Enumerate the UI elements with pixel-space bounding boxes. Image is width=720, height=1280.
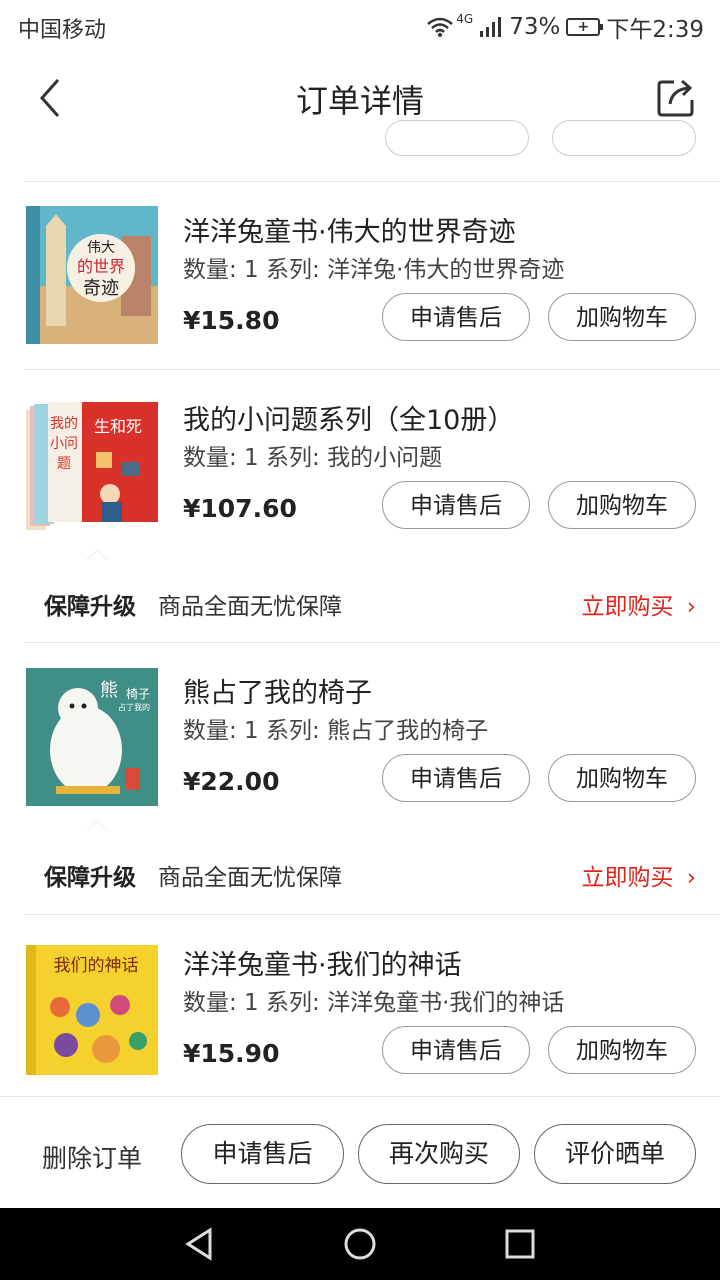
after-sale-button[interactable]: 申请售后 bbox=[382, 481, 530, 529]
item-price: ¥22.00 bbox=[183, 767, 280, 796]
cover-text: 题 bbox=[57, 456, 71, 472]
item-meta: 数量: 1 系列: 洋洋兔·伟大的世界奇迹 bbox=[183, 257, 565, 283]
cover-text: 椅子 bbox=[126, 687, 150, 701]
add-to-cart-button[interactable]: 加购物车 bbox=[548, 1026, 696, 1074]
caret-up-icon bbox=[86, 821, 108, 831]
review-button[interactable]: 评价晒单 bbox=[534, 1124, 696, 1184]
add-to-cart-button[interactable]: 加购物车 bbox=[548, 293, 696, 341]
after-sale-button[interactable]: 申请售后 bbox=[382, 754, 530, 802]
chevron-right-icon: › bbox=[686, 594, 696, 620]
item-price: ¥107.60 bbox=[183, 494, 297, 523]
signal-icon bbox=[480, 17, 502, 37]
battery-percent: 73% bbox=[509, 14, 561, 40]
cover-text: 小问 bbox=[50, 436, 78, 452]
carrier-label: 中国移动 bbox=[18, 18, 107, 43]
guarantee-row[interactable]: 保障升级 商品全面无忧保障 立即购买 › bbox=[0, 821, 720, 915]
item-meta: 数量: 1 系列: 熊占了我的椅子 bbox=[183, 718, 489, 744]
cover-text: 我们的神话 bbox=[54, 956, 139, 976]
wifi-icon bbox=[427, 17, 454, 37]
home-circle-icon[interactable] bbox=[342, 1226, 378, 1262]
buy-again-button[interactable]: 再次购买 bbox=[358, 1124, 520, 1184]
delete-order-button[interactable]: 删除订单 bbox=[42, 1139, 142, 1175]
partial-button bbox=[552, 120, 696, 156]
order-item[interactable]: 我们的神话 洋洋兔童书·我们的神话 数量: 1 系列: 洋洋兔童书·我们的神话 … bbox=[0, 915, 720, 1095]
buy-now-label: 立即购买 bbox=[581, 594, 674, 620]
item-price: ¥15.80 bbox=[183, 306, 280, 335]
network-type: 4G bbox=[456, 12, 474, 26]
after-sale-button[interactable]: 申请售后 bbox=[382, 1026, 530, 1074]
buy-now-link[interactable]: 立即购买 › bbox=[581, 587, 696, 621]
page-title: 订单详情 bbox=[295, 82, 424, 120]
order-item[interactable]: 我的 小问 题 生和死 我的小问题系列（全10册） 数量: 1 系列: 我的小问… bbox=[0, 370, 720, 550]
system-nav-bar bbox=[0, 1208, 720, 1280]
after-sale-button[interactable]: 申请售后 bbox=[382, 293, 530, 341]
buy-now-link[interactable]: 立即购买 › bbox=[581, 858, 696, 892]
bottom-action-bar: 删除订单 申请售后 再次购买 评价晒单 bbox=[0, 1096, 720, 1209]
add-to-cart-button[interactable]: 加购物车 bbox=[548, 481, 696, 529]
book-cover-image: 熊 占了我的 椅子 bbox=[26, 668, 158, 806]
share-icon[interactable] bbox=[656, 76, 698, 118]
book-cover-image: 我的 小问 题 生和死 bbox=[26, 402, 158, 530]
book-cover-image: 我们的神话 bbox=[26, 945, 158, 1075]
guarantee-desc: 商品全面无忧保障 bbox=[158, 594, 342, 620]
chevron-right-icon: › bbox=[686, 865, 696, 891]
item-title[interactable]: 洋洋兔童书·伟大的世界奇迹 bbox=[183, 210, 516, 249]
cover-text: 伟大 bbox=[87, 240, 115, 256]
previous-item-partial bbox=[0, 120, 720, 182]
item-meta: 数量: 1 系列: 我的小问题 bbox=[183, 445, 443, 471]
item-title[interactable]: 洋洋兔童书·我们的神话 bbox=[183, 943, 462, 982]
guarantee-desc: 商品全面无忧保障 bbox=[158, 865, 342, 891]
status-icons: 4G 73% + 下午2:39 bbox=[426, 10, 704, 44]
item-meta: 数量: 1 系列: 洋洋兔童书·我们的神话 bbox=[183, 990, 565, 1016]
caret-up-icon bbox=[86, 550, 108, 560]
order-item[interactable]: 熊 占了我的 椅子 熊占了我的椅子 数量: 1 系列: 熊占了我的椅子 ¥22.… bbox=[0, 643, 720, 823]
cover-text: 生和死 bbox=[94, 417, 142, 436]
cover-text: 熊 bbox=[100, 680, 118, 701]
cover-text: 我的 bbox=[50, 416, 78, 432]
battery-charging-icon: + bbox=[566, 18, 604, 36]
cover-text: 奇迹 bbox=[83, 278, 119, 299]
item-title[interactable]: 熊占了我的椅子 bbox=[183, 671, 372, 710]
recents-square-icon[interactable] bbox=[502, 1226, 538, 1262]
guarantee-row[interactable]: 保障升级 商品全面无忧保障 立即购买 › bbox=[0, 550, 720, 643]
guarantee-title: 保障升级 bbox=[44, 594, 136, 620]
book-cover-image: 伟大 的世界 奇迹 bbox=[26, 206, 158, 344]
add-to-cart-button[interactable]: 加购物车 bbox=[548, 754, 696, 802]
cover-text: 占了我的 bbox=[118, 702, 150, 712]
guarantee-title: 保障升级 bbox=[44, 865, 136, 891]
buy-now-label: 立即购买 bbox=[581, 865, 674, 891]
order-item[interactable]: 伟大 的世界 奇迹 洋洋兔童书·伟大的世界奇迹 数量: 1 系列: 洋洋兔·伟大… bbox=[0, 182, 720, 370]
back-triangle-icon[interactable] bbox=[182, 1226, 218, 1262]
after-sale-button[interactable]: 申请售后 bbox=[181, 1124, 344, 1184]
cover-text: 的世界 bbox=[77, 257, 125, 276]
partial-button bbox=[385, 120, 529, 156]
item-price: ¥15.90 bbox=[183, 1039, 280, 1068]
clock: 下午2:39 bbox=[606, 17, 704, 43]
status-bar: 中国移动 4G 73% + 下午2:39 bbox=[0, 0, 720, 50]
item-title[interactable]: 我的小问题系列（全10册） bbox=[183, 398, 514, 437]
